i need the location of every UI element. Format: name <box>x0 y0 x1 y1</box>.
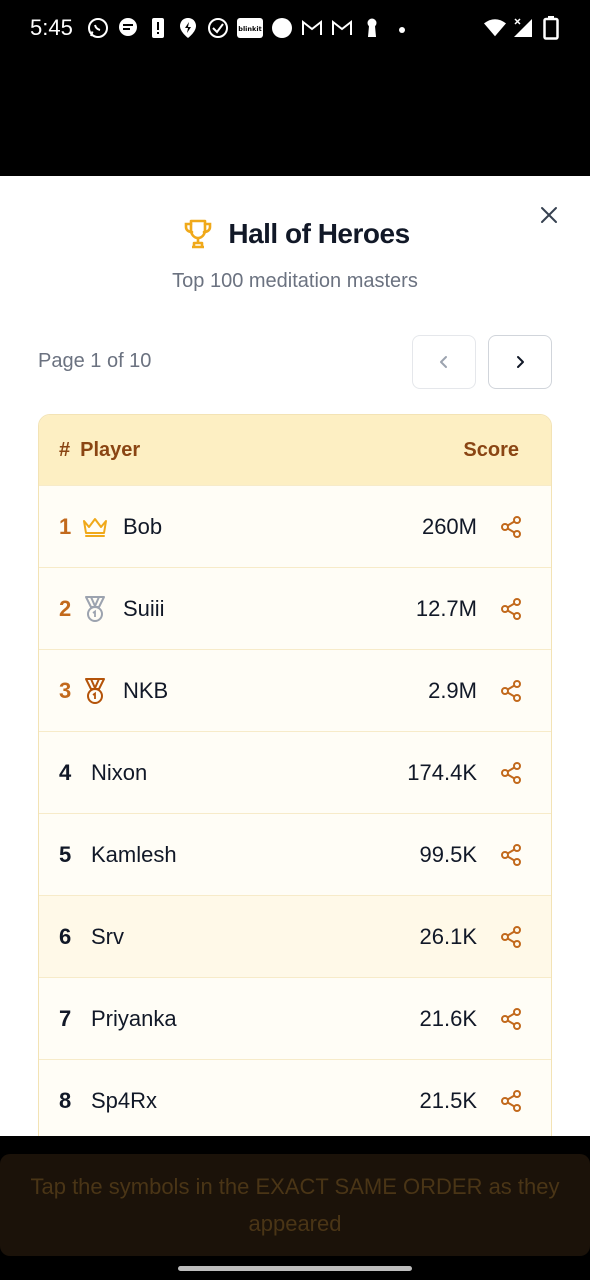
player-name: Priyanka <box>91 1005 177 1031</box>
gmail-icon <box>331 17 353 39</box>
share-button[interactable] <box>499 1089 523 1113</box>
bronze-medal-icon <box>81 677 109 705</box>
table-row: 1 Bob 260M <box>39 485 551 567</box>
rank-column-header: # <box>59 438 71 461</box>
player-name: Bob <box>123 513 163 539</box>
dot-icon <box>271 17 293 39</box>
share-icon <box>501 925 521 948</box>
share-icon <box>501 679 521 702</box>
share-button[interactable] <box>499 679 523 703</box>
blinkit-icon: blinkit <box>236 17 263 39</box>
player-name: Sp4Rx <box>91 1087 158 1113</box>
player-name: Nixon <box>91 759 148 785</box>
wifi-icon <box>484 17 506 39</box>
modal-title: Hall of Heroes <box>228 218 410 249</box>
table-row: 8 Sp4Rx 21.5K <box>39 1059 551 1136</box>
page-indicator: Page 1 of 10 <box>38 350 152 372</box>
player-score: 174.4K <box>407 759 477 785</box>
player-score: 21.5K <box>419 1087 478 1113</box>
share-icon <box>501 597 521 620</box>
share-icon <box>501 1007 521 1030</box>
battery-icon <box>540 16 562 40</box>
player-score: 26.1K <box>419 923 478 949</box>
small-dot-icon <box>391 17 413 39</box>
player-name: Srv <box>91 923 124 949</box>
home-indicator[interactable] <box>178 1266 412 1271</box>
location-icon <box>177 17 199 39</box>
rank: 3 <box>59 677 72 703</box>
player-score: 2.9M <box>428 677 477 703</box>
chat-icon <box>117 17 139 39</box>
share-button[interactable] <box>499 597 523 621</box>
table-row: 6 Srv 26.1K <box>39 895 551 977</box>
previous-page-button[interactable] <box>412 335 476 389</box>
rank: 8 <box>59 1087 72 1113</box>
share-icon <box>501 515 521 538</box>
player-name: NKB <box>123 677 169 703</box>
trophy-icon <box>185 219 212 249</box>
share-button[interactable] <box>499 761 523 785</box>
rank: 4 <box>59 759 72 785</box>
title-row: Hall of Heroes <box>0 216 590 252</box>
leaderboard-modal: Hall of Heroes Top 100 meditation master… <box>0 176 590 1136</box>
table-header: # Player Score <box>39 415 551 485</box>
player-score: 12.7M <box>415 595 477 621</box>
status-notification-icons: blinkit <box>87 17 413 39</box>
rank: 5 <box>59 841 72 867</box>
rank: 1 <box>59 513 72 539</box>
chevron-right-icon <box>517 356 524 368</box>
score-column-header: Score <box>463 438 519 461</box>
share-button[interactable] <box>499 925 523 949</box>
table-row: 7 Priyanka 21.6K <box>39 977 551 1059</box>
share-icon <box>501 843 521 866</box>
share-button[interactable] <box>499 1007 523 1031</box>
status-system-icons <box>484 16 562 40</box>
instruction-toast: Tap the symbols in the EXACT SAME ORDER … <box>0 1154 590 1256</box>
leaderboard-table: # Player Score 1 Bob 260M 2 Suiii 12.7M <box>38 414 552 1136</box>
player-score: 21.6K <box>419 1005 478 1031</box>
player-column-header: Player <box>80 438 141 461</box>
instruction-text: Tap the symbols in the EXACT SAME ORDER … <box>30 1174 560 1236</box>
table-row: 5 Kamlesh 99.5K <box>39 813 551 895</box>
rank: 6 <box>59 923 72 949</box>
check-circle-icon <box>207 17 229 39</box>
gmail-icon <box>301 17 323 39</box>
crown-icon <box>81 513 109 541</box>
player-score: 99.5K <box>419 841 478 867</box>
keyhole-icon <box>361 17 383 39</box>
rank: 2 <box>59 595 72 621</box>
blinkit-label: blinkit <box>238 25 261 33</box>
status-bar: 5:45 blinkit <box>0 0 590 56</box>
whatsapp-icon <box>87 17 109 39</box>
silver-medal-icon <box>81 595 109 623</box>
next-page-button[interactable] <box>488 335 552 389</box>
status-time: 5:45 <box>30 15 73 40</box>
share-icon <box>501 761 521 784</box>
player-score: 260M <box>421 513 477 539</box>
share-icon <box>501 1089 521 1112</box>
rank: 7 <box>59 1005 72 1031</box>
signal-icon <box>512 17 534 39</box>
chevron-left-icon <box>440 356 447 368</box>
table-row: 2 Suiii 12.7M <box>39 567 551 649</box>
player-name: Suiii <box>123 595 165 621</box>
modal-subtitle: Top 100 meditation masters <box>172 270 418 292</box>
alert-icon <box>147 17 169 39</box>
table-row: 3 NKB 2.9M <box>39 649 551 731</box>
share-button[interactable] <box>499 515 523 539</box>
table-row: 4 Nixon 174.4K <box>39 731 551 813</box>
player-name: Kamlesh <box>91 841 177 867</box>
share-button[interactable] <box>499 843 523 867</box>
